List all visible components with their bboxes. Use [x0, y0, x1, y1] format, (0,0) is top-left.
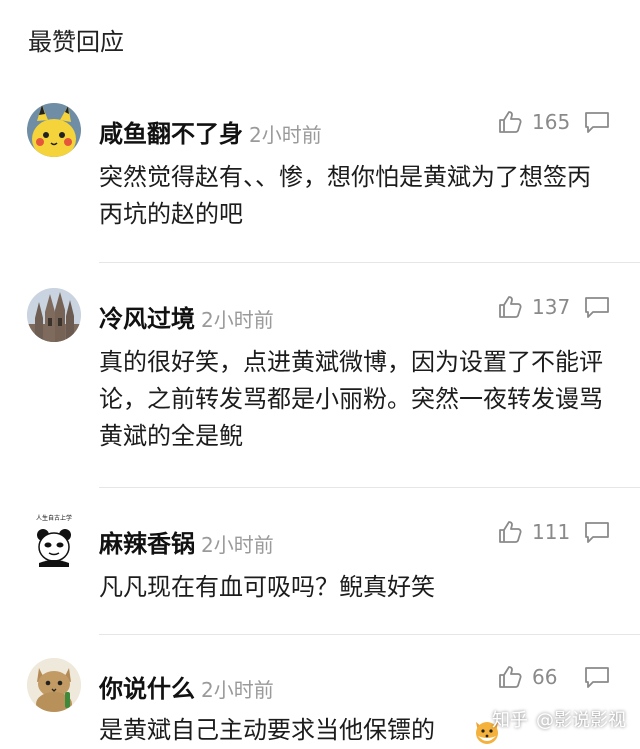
comment-text: 真的很好笑，点进黄斌微博，因为设置了不能评论，之前转发骂都是小丽粉。突然一夜转发…: [99, 348, 603, 450]
username[interactable]: 麻辣香锅: [99, 524, 195, 559]
speech-bubble-icon[interactable]: [584, 665, 610, 689]
watermark-platform: 知乎: [492, 710, 528, 731]
username[interactable]: 咸鱼翻不了身: [99, 114, 243, 149]
comment-text: 突然觉得赵有、、惨，想你怕是黄斌为了想签丙丙坑的赵的吧: [99, 163, 591, 228]
timestamp: 2小时前: [201, 678, 274, 702]
comment-header: 你说什么 2小时前: [99, 669, 274, 704]
username[interactable]: 冷风过境: [99, 299, 195, 334]
divider: [99, 634, 640, 635]
pikachu-avatar-icon[interactable]: [27, 103, 81, 157]
comment-text: 凡凡现在有血可吸吗？鲵真好笑: [99, 573, 435, 601]
divider: [99, 487, 640, 488]
thumbs-up-icon[interactable]: [497, 519, 523, 545]
comment-header: 冷风过境 2小时前: [99, 299, 274, 334]
speech-bubble-icon[interactable]: [584, 110, 610, 134]
thumbs-up-icon[interactable]: [497, 109, 523, 135]
speech-bubble-icon[interactable]: [584, 520, 610, 544]
comment-actions: 111: [497, 519, 610, 545]
avatar-caption: 人生自古上学: [35, 515, 72, 522]
panda-meme-avatar-icon[interactable]: 人生自古上学: [27, 513, 81, 567]
like-count: 111: [532, 520, 571, 544]
comment-header: 咸鱼翻不了身 2小时前: [99, 114, 322, 149]
section-title: 最赞回应: [28, 28, 124, 56]
speech-bubble-icon[interactable]: [584, 295, 610, 319]
comment-actions: 137: [497, 294, 610, 320]
comment-actions: 165: [497, 109, 610, 135]
like-count: 137: [532, 295, 571, 319]
watermark-author: @影说影视: [536, 710, 626, 731]
watermark: 知乎 @影说影视: [492, 706, 626, 732]
thumbs-up-icon[interactable]: [497, 664, 523, 690]
comment-header: 麻辣香锅 2小时前: [99, 524, 274, 559]
timestamp: 2小时前: [249, 123, 322, 147]
cat-avatar-icon[interactable]: [27, 658, 81, 712]
cathedral-avatar-icon[interactable]: [27, 288, 81, 342]
like-count: 165: [532, 110, 571, 134]
thumbs-up-icon[interactable]: [497, 294, 523, 320]
like-count: 66: [532, 665, 558, 689]
divider: [99, 262, 640, 263]
comment-actions: 66: [497, 664, 610, 690]
timestamp: 2小时前: [201, 533, 274, 557]
timestamp: 2小时前: [201, 308, 274, 332]
username[interactable]: 你说什么: [99, 669, 195, 704]
